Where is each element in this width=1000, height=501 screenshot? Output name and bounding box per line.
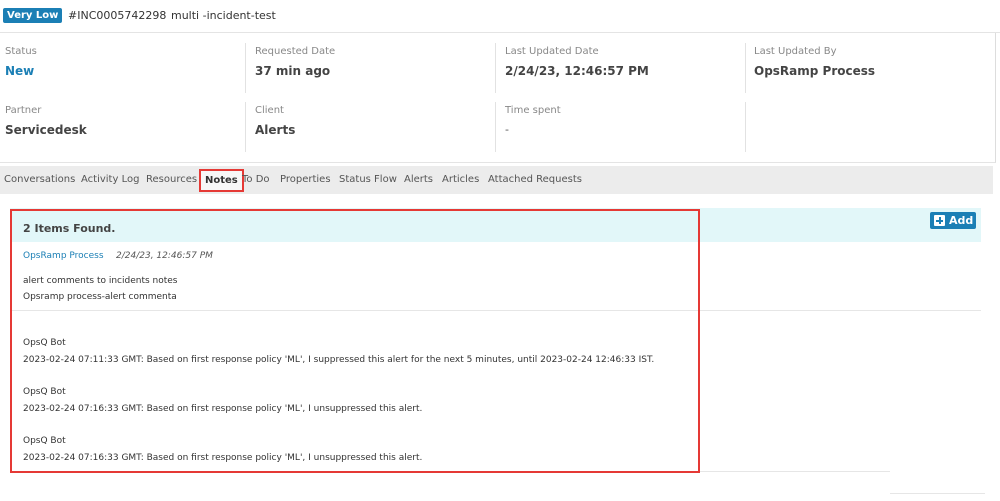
notes-panel: 2 Items Found. Add OpsRamp Process 2/24/… [10,208,981,493]
status-value: New [5,64,35,78]
tab-status-flow[interactable]: Status Flow [339,174,397,185]
last-updated-by-field: Last Updated By OpsRamp Process [749,33,993,92]
tab-properties[interactable]: Properties [280,174,331,185]
requested-date-label: Requested Date [255,46,336,57]
bot-entry-text: 2023-02-24 07:16:33 GMT: Based on first … [23,453,423,463]
tab-to-do[interactable]: To Do [242,174,270,185]
note-text-line: alert comments to incidents notes [23,276,178,286]
incident-title: multi -incident-test [171,9,276,22]
time-spent-field: Time spent - [500,92,744,151]
last-updated-date-value: 2/24/23, 12:46:57 PM [505,64,649,78]
note-timestamp: 2/24/23, 12:46:57 PM [116,251,213,261]
add-note-button[interactable]: Add [930,212,976,229]
priority-badge: Very Low [3,8,63,23]
last-updated-by-label: Last Updated By [754,46,837,57]
content-divider [10,471,890,472]
tab-activity-log[interactable]: Activity Log [81,174,139,185]
bot-entry-text: 2023-02-24 07:11:33 GMT: Based on first … [23,355,655,365]
tab-articles[interactable]: Articles [442,174,479,185]
partner-label: Partner [5,105,42,116]
add-note-label: Add [949,214,974,227]
last-updated-date-field: Last Updated Date 2/24/23, 12:46:57 PM [500,33,744,92]
incident-tabs: Conversations Activity Log Resources Not… [0,166,993,194]
last-updated-by-value: OpsRamp Process [754,64,876,78]
partner-value: Servicedesk [5,123,87,137]
bot-entry-author: OpsQ Bot [23,338,66,348]
requested-date-value: 37 min ago [255,64,331,78]
bot-entry-text: 2023-02-24 07:16:33 GMT: Based on first … [23,404,423,414]
incident-header-bar: Very Low #INC0005742298 multi -incident-… [0,0,1000,33]
last-updated-date-label: Last Updated Date [505,46,599,57]
client-value: Alerts [255,123,296,137]
incident-details-grid: Status New Requested Date 37 min ago Las… [0,33,996,163]
client-label: Client [255,105,284,116]
tab-notes[interactable]: Notes [199,169,244,192]
notes-panel-header: 2 Items Found. Add [10,208,981,242]
partner-field: Partner Servicedesk [0,92,244,151]
items-count: 2 Items Found. [23,222,116,235]
time-spent-value: - [505,123,509,136]
time-spent-label: Time spent [505,105,561,116]
tab-attached-requests[interactable]: Attached Requests [488,174,582,185]
tab-conversations[interactable]: Conversations [4,174,75,185]
plus-icon [934,215,945,226]
status-field: Status New [0,33,244,92]
tab-alerts[interactable]: Alerts [404,174,433,185]
incident-id: #INC0005742298 [68,9,167,22]
client-field: Client Alerts [250,92,494,151]
bot-entry-author: OpsQ Bot [23,387,66,397]
content-divider [890,493,985,494]
note-author-link[interactable]: OpsRamp Process [23,251,104,261]
requested-date-field: Requested Date 37 min ago [250,33,494,92]
bot-entry-author: OpsQ Bot [23,436,66,446]
note-divider [10,310,981,311]
tab-resources[interactable]: Resources [146,174,197,185]
status-label: Status [5,46,37,57]
note-text-line: Opsramp process-alert commenta [23,292,177,302]
